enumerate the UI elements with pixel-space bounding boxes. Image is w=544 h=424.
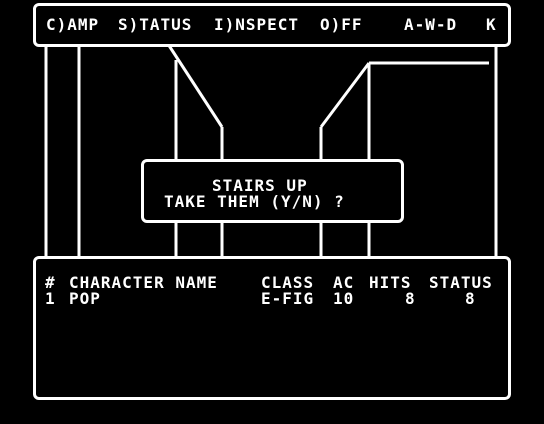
row-name: POP (69, 289, 101, 308)
menu-status[interactable]: S)TATUS (118, 17, 192, 33)
menu-bar: C)AMP S)TATUS I)NSPECT O)FF A-W-D K (33, 3, 511, 47)
maze-wall-right-diagonal (319, 62, 371, 128)
menu-k[interactable]: K (486, 17, 497, 33)
row-hits: 8 (405, 289, 416, 308)
header-status: STATUS (429, 273, 493, 292)
menu-off[interactable]: O)FF (320, 17, 363, 33)
menu-camp[interactable]: C)AMP (46, 17, 99, 33)
movement-controls[interactable]: A-W-D (404, 17, 457, 33)
row-status: 8 (465, 289, 476, 308)
party-panel: # CHARACTER NAME CLASS AC HITS STATUS 1 … (33, 256, 511, 400)
row-num: 1 (45, 289, 56, 308)
dialog-prompt: TAKE THEM (Y/N) ? (164, 192, 345, 211)
row-class: E-FIG (261, 289, 315, 308)
row-ac: 10 (333, 289, 355, 308)
menu-inspect[interactable]: I)NSPECT (214, 17, 299, 33)
stairs-dialog: STAIRS UP TAKE THEM (Y/N) ? (141, 159, 404, 223)
